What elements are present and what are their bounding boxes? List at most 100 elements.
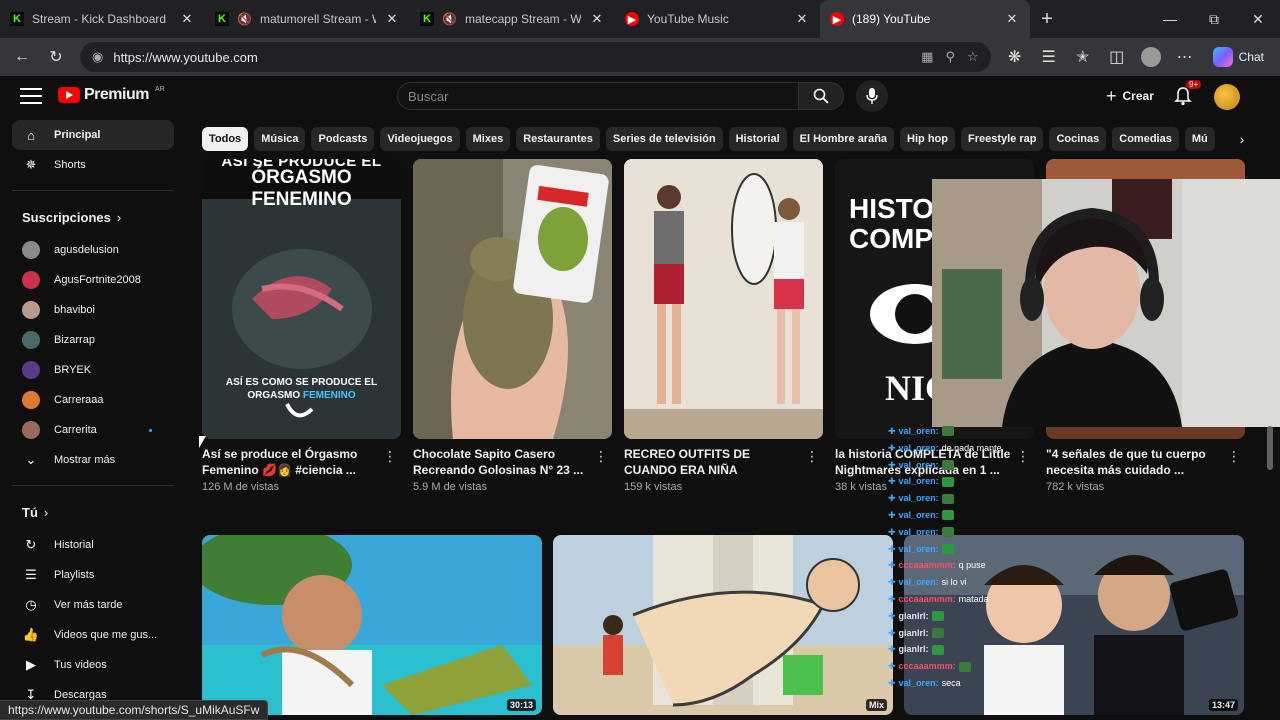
filter-chip[interactable]: Historial (728, 127, 787, 151)
filter-chip[interactable]: Cocinas (1049, 127, 1107, 151)
sidebar-channel[interactable]: Bizarrap (0, 325, 174, 355)
browser-tab[interactable]: K 🔇 matecapp Stream - Watch ✕ (410, 0, 615, 38)
profile-button[interactable] (1137, 43, 1165, 71)
window-controls: — ⧉ ✕ (1148, 0, 1280, 38)
youtube-logo[interactable]: Premium AR (58, 86, 165, 104)
filter-chip[interactable]: Videojuegos (380, 127, 460, 151)
chat-username: cccaaammm: (898, 593, 956, 604)
sidebar-channel[interactable]: AgusFortnite2008 (0, 265, 174, 295)
stream-chat-overlay: ✚ val_oren: ✚ val_oren: de nada mante ✚ val_or… (888, 423, 1038, 720)
show-more-button[interactable]: ⌄ Mostrar más (0, 445, 174, 475)
sidebar-item-you[interactable]: ◷ Ver más tarde (0, 590, 174, 620)
subscriptions-header[interactable]: Suscripciones › (0, 199, 186, 235)
sidebar-item-principal[interactable]: ⌂ Principal (12, 120, 174, 150)
account-avatar[interactable] (1214, 84, 1240, 110)
search-icon (813, 88, 829, 104)
overlay-word-orgasmo: ORGASMO (247, 390, 301, 401)
filter-chip[interactable]: Hip hop (900, 127, 955, 151)
sidebar-channel[interactable]: Carrerita (0, 415, 174, 445)
more-menu-icon[interactable]: ⋯ (1171, 43, 1199, 71)
video-thumbnail[interactable]: 30:13 (202, 535, 542, 715)
short-title[interactable]: Chocolate Sapito Casero Recreando Golosi… (413, 446, 612, 478)
more-options-icon[interactable]: ⋮ (594, 448, 608, 465)
browser-tab[interactable]: K Stream - Kick Dashboard ✕ (0, 0, 205, 38)
zoom-icon[interactable]: ⚲ (945, 49, 955, 65)
short-title[interactable]: Así se produce el Órgasmo Femenino 💋👩 #c… (202, 446, 401, 478)
more-options-icon[interactable]: ⋮ (805, 448, 819, 465)
copilot-chat-button[interactable]: Chat (1205, 47, 1272, 67)
sidebar-channel[interactable]: bhaviboi (0, 295, 174, 325)
browser-tab[interactable]: ▶ YouTube Music ✕ (615, 0, 820, 38)
maximize-icon[interactable]: ⧉ (1192, 11, 1236, 28)
chat-label: Chat (1238, 50, 1264, 64)
address-url: https://www.youtube.com (113, 49, 258, 65)
short-title[interactable]: "4 señales de que tu cuerpo necesita más… (1046, 446, 1245, 478)
muted-speaker-icon[interactable]: 🔇 (442, 12, 457, 26)
sidebar-item-shorts[interactable]: ✵ Shorts (0, 150, 174, 180)
tab-close-icon[interactable]: ✕ (179, 11, 195, 27)
close-window-icon[interactable]: ✕ (1236, 11, 1280, 28)
sidebar-item-you[interactable]: ▶ Tus videos (0, 650, 174, 680)
search-button[interactable] (798, 82, 844, 110)
chevron-right-icon[interactable]: › (1228, 127, 1256, 151)
muted-speaker-icon[interactable]: 🔇 (237, 12, 252, 26)
filter-chip[interactable]: Mú (1184, 127, 1215, 151)
minimize-icon[interactable]: — (1148, 11, 1192, 27)
chat-message: ✚ gianlrl: (888, 608, 1038, 625)
badge-icon: ✚ (888, 476, 896, 487)
short-thumbnail[interactable] (413, 159, 612, 439)
reload-icon[interactable]: ↻ (42, 43, 70, 71)
tab-close-icon[interactable]: ✕ (794, 11, 810, 27)
filter-chip[interactable]: El Hombre araña (792, 127, 895, 151)
filter-chip[interactable]: Música (254, 127, 306, 151)
sidebar-channel[interactable]: Carreraaa (0, 385, 174, 415)
sidebar-channel[interactable]: BRYEK (0, 355, 174, 385)
page-scrollbar[interactable] (1266, 116, 1274, 716)
more-options-icon[interactable]: ⋮ (383, 448, 397, 465)
sidebar-item-you[interactable]: ↻ Historial (0, 530, 174, 560)
sidebar-item-you[interactable]: 👍 Videos que me gus... (0, 620, 174, 650)
split-screen-icon[interactable]: ☰ (1035, 43, 1063, 71)
menu-icon[interactable] (20, 86, 42, 106)
create-button[interactable]: + Crear (1098, 82, 1162, 110)
app-install-icon[interactable]: ▦ (921, 49, 933, 65)
channel-avatar (22, 391, 40, 409)
divider (12, 190, 174, 191)
filter-chip[interactable]: Series de televisión (605, 127, 723, 151)
filter-chip[interactable]: Podcasts (311, 127, 375, 151)
site-info-icon[interactable]: ◉ (92, 49, 103, 65)
tab-close-icon[interactable]: ✕ (1004, 11, 1020, 27)
more-options-icon[interactable]: ⋮ (1227, 448, 1241, 465)
short-thumbnail[interactable]: ASÍ SE PRODUCE EL ÓRGASMO FENEMINO ASÍ E… (202, 159, 401, 439)
channel-name: bhaviboi (54, 304, 95, 316)
sidebar-channel[interactable]: agusdelusion (0, 235, 174, 265)
extensions-icon[interactable]: ❋ (1001, 43, 1029, 71)
notifications-button[interactable]: 9+ (1174, 80, 1202, 106)
filter-chip[interactable]: Restaurantes (516, 127, 600, 151)
sidebar-item-you[interactable]: ☰ Playlists (0, 560, 174, 590)
favorites-icon[interactable]: ✭ (1069, 43, 1097, 71)
chat-username: gianlrl: (898, 644, 929, 655)
filter-chip[interactable]: Comedias (1112, 127, 1179, 151)
filter-chip[interactable]: Todos (202, 127, 249, 151)
you-header[interactable]: Tú › (0, 494, 186, 530)
tab-close-icon[interactable]: ✕ (384, 11, 400, 27)
short-title[interactable]: RECREO OUTFITS DE CUANDO ERA NIÑA (624, 446, 823, 478)
filter-chip[interactable]: Mixes (465, 127, 511, 151)
address-bar[interactable]: ◉ https://www.youtube.com ▦ ⚲ ☆ (80, 42, 991, 72)
new-tab-icon[interactable]: + (1030, 8, 1064, 31)
voice-search-button[interactable] (856, 80, 888, 112)
browser-tab[interactable]: K 🔇 matumorell Stream - Watc ✕ (205, 0, 410, 38)
profile-avatar (1140, 47, 1161, 67)
collections-icon[interactable]: ◫ (1103, 43, 1131, 71)
bookmark-star-icon[interactable]: ☆ (967, 49, 979, 65)
video-thumbnail[interactable]: Mix (553, 535, 893, 715)
back-icon[interactable]: ← (8, 43, 36, 71)
short-thumbnail[interactable] (624, 159, 823, 439)
filter-chip[interactable]: Freestyle rap (960, 127, 1044, 151)
webcam-art (932, 179, 1280, 427)
browser-tab[interactable]: ▶ (189) YouTube ✕ (820, 0, 1030, 38)
badge-icon: ✚ (888, 644, 896, 655)
search-input[interactable]: Buscar (397, 82, 799, 110)
tab-close-icon[interactable]: ✕ (589, 11, 605, 27)
